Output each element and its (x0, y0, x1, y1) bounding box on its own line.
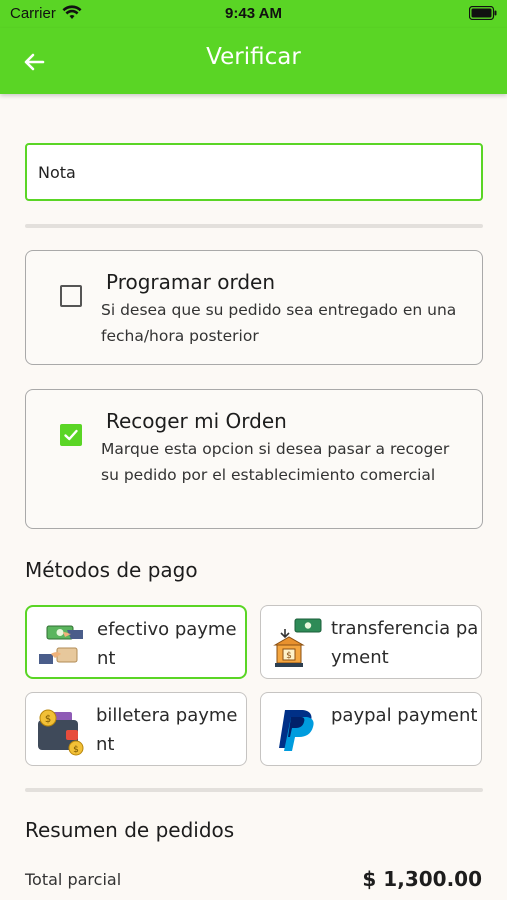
svg-text:$: $ (286, 651, 292, 661)
note-input[interactable] (25, 143, 483, 201)
option-description: Si desea que su pedido sea entregado en … (101, 301, 457, 345)
battery-icon (469, 6, 497, 20)
option-title: Recoger mi Orden (106, 409, 287, 433)
option-title: Programar orden (106, 270, 276, 294)
payment-method-label: billetera payment (96, 705, 238, 755)
payment-method-transfer[interactable]: $ transferencia payment (260, 605, 482, 679)
payment-method-cash[interactable]: efectivo payment (25, 605, 247, 679)
payment-method-label: efectivo payment (97, 619, 237, 669)
status-bar: Carrier 9:43 AM (0, 0, 507, 28)
payment-method-paypal[interactable]: paypal payment (260, 692, 482, 766)
app-bar: Verificar (0, 28, 507, 94)
svg-text:$: $ (45, 714, 51, 725)
svg-text:$: $ (73, 745, 79, 755)
divider (25, 788, 483, 792)
divider (25, 224, 483, 228)
pickup-order-option[interactable]: Recoger mi Orden Marque esta opcion si d… (25, 389, 483, 529)
payment-method-label: transferencia payment (331, 618, 479, 668)
bank-transfer-icon: $ (273, 618, 322, 667)
payment-methods-title: Métodos de pago (25, 558, 198, 582)
schedule-order-checkbox[interactable] (60, 285, 82, 307)
schedule-order-option[interactable]: Programar orden Si desea que su pedido s… (25, 250, 483, 365)
payment-method-label: paypal payment (331, 705, 478, 726)
cash-hands-icon (39, 625, 83, 664)
page-title: Verificar (206, 44, 301, 70)
status-time: 9:43 AM (225, 5, 282, 22)
subtotal-value: $ 1,300.00 (362, 867, 482, 891)
check-icon (64, 429, 78, 441)
subtotal-label: Total parcial (25, 870, 122, 889)
option-description: Marque esta opcion si desea pasar a reco… (101, 440, 450, 484)
pickup-order-checkbox[interactable] (60, 424, 82, 446)
paypal-icon (279, 710, 314, 751)
wallet-icon: $ $ (38, 709, 84, 756)
order-summary-title: Resumen de pedidos (25, 818, 235, 842)
payment-method-wallet[interactable]: $ $ billetera payment (25, 692, 247, 766)
